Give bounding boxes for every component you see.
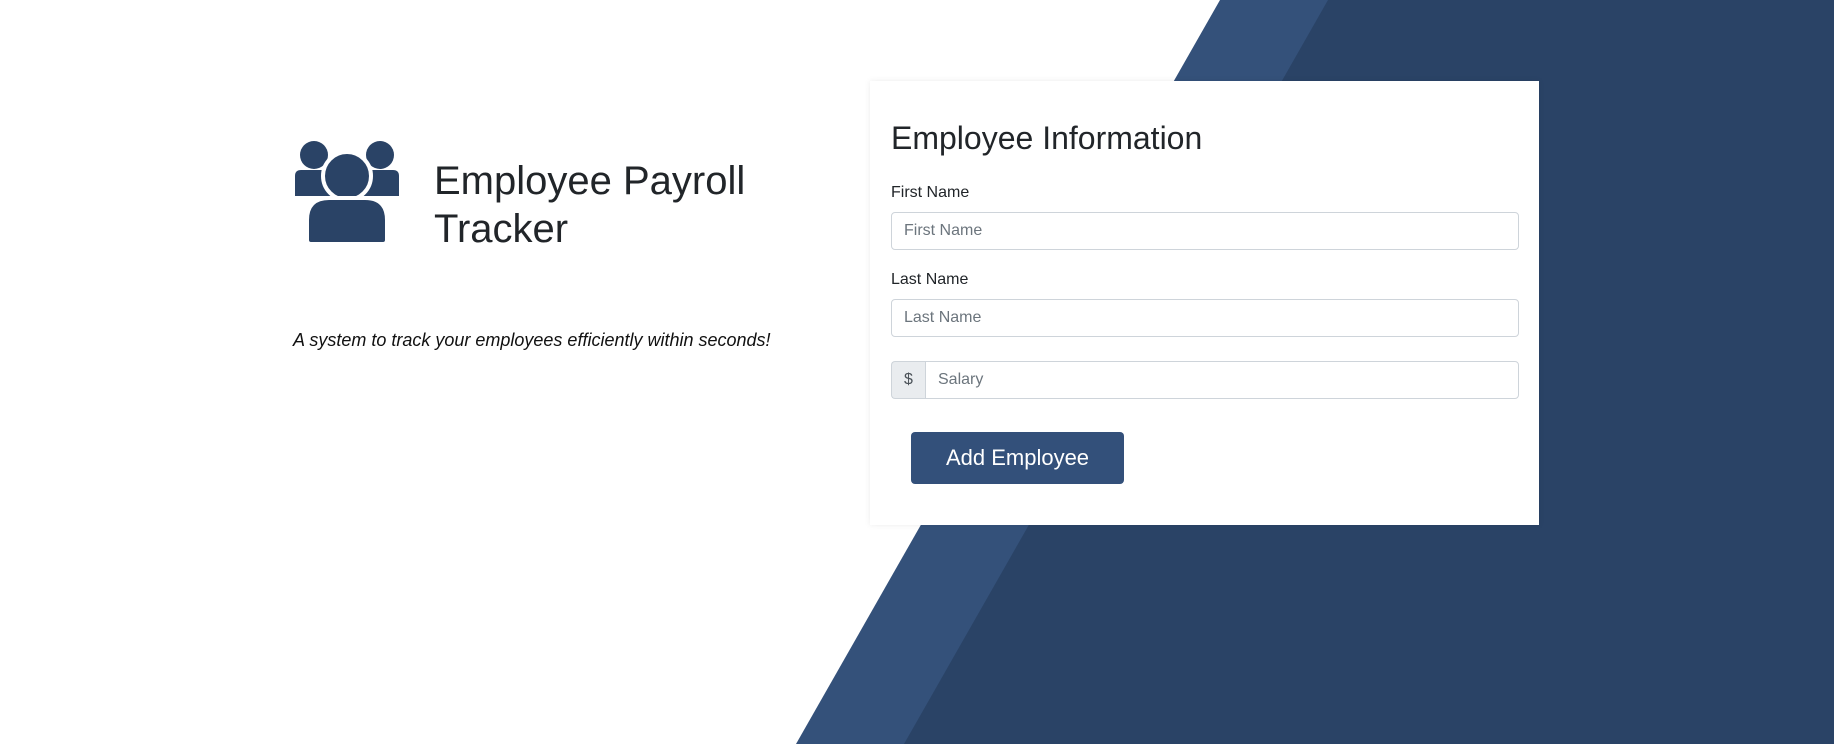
currency-prefix: $ bbox=[891, 361, 925, 399]
form-title: Employee Information bbox=[891, 120, 1203, 156]
brand: Employee Payroll Tracker bbox=[293, 140, 813, 253]
first-name-label: First Name bbox=[891, 184, 970, 201]
app-tagline: A system to track your employees efficie… bbox=[293, 330, 771, 350]
first-name-field-group: First Name bbox=[891, 183, 1519, 250]
salary-input-group: $ bbox=[891, 361, 1519, 399]
users-group-icon bbox=[293, 140, 401, 244]
last-name-input[interactable] bbox=[891, 299, 1519, 337]
last-name-label: Last Name bbox=[891, 271, 969, 288]
add-employee-button[interactable]: Add Employee bbox=[911, 432, 1124, 484]
hero-section: Employee Payroll Tracker A system to tra… bbox=[293, 140, 813, 350]
employee-form-card: Employee Information First Name Last Nam… bbox=[870, 81, 1539, 525]
app-title: Employee Payroll Tracker bbox=[434, 159, 746, 251]
salary-input[interactable] bbox=[925, 361, 1519, 399]
first-name-input[interactable] bbox=[891, 212, 1519, 250]
last-name-field-group: Last Name bbox=[891, 270, 1519, 337]
